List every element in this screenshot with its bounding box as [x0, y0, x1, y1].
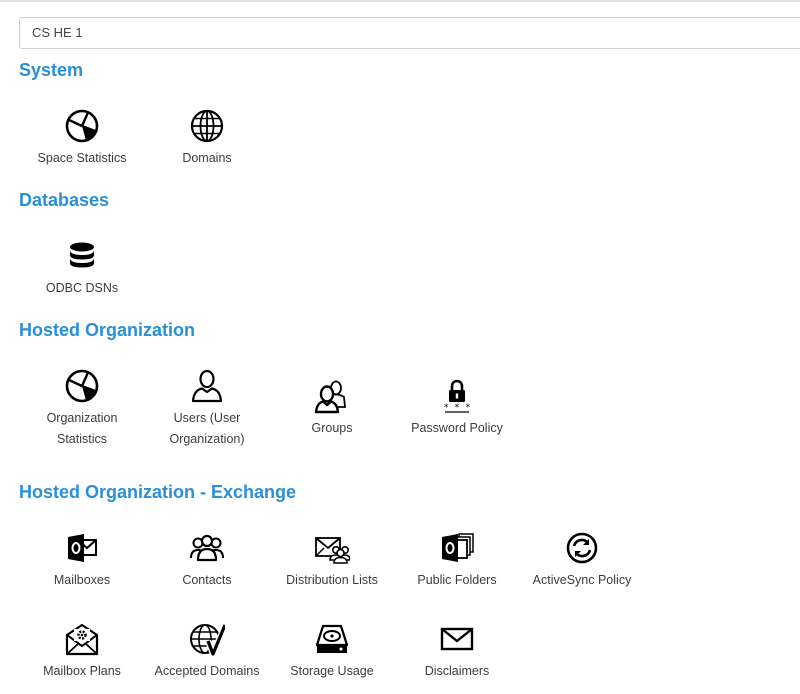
group-icon	[314, 378, 350, 414]
tile-odbc-dsns[interactable]: ODBC DSNs	[20, 238, 144, 299]
pie-chart-icon	[64, 368, 100, 404]
tile-label: Accepted Domains	[154, 664, 260, 678]
public-folders-icon	[439, 530, 475, 566]
tile-label: Space Statistics	[37, 151, 127, 165]
tile-accepted-domains[interactable]: Accepted Domains	[145, 621, 269, 682]
tile-contacts[interactable]: Contacts	[145, 530, 269, 591]
tile-users[interactable]: Users (User Organization)	[145, 368, 269, 450]
section-title-hosted-organization: Hosted Organization	[19, 320, 196, 340]
tile-disclaimers[interactable]: Disclaimers	[395, 621, 519, 682]
tile-label: Distribution Lists	[286, 573, 378, 587]
tile-label: Domains	[182, 151, 232, 165]
tile-groups[interactable]: Groups	[270, 378, 394, 439]
outlook-icon	[64, 530, 100, 566]
tile-mailbox-plans[interactable]: Mailbox Plans	[20, 621, 144, 682]
tile-activesync-policy[interactable]: ActiveSync Policy	[520, 530, 644, 591]
database-icon	[64, 238, 100, 274]
tile-label: Groups	[311, 421, 353, 435]
section-title-exchange: Hosted Organization - Exchange	[19, 482, 297, 502]
tile-mailboxes[interactable]: Mailboxes	[20, 530, 144, 591]
globe-icon	[189, 108, 225, 144]
organization-selector[interactable]: CS HE 1	[19, 17, 800, 49]
tile-label: Contacts	[182, 573, 232, 587]
pie-chart-icon	[64, 108, 100, 144]
tile-distribution-lists[interactable]: Distribution Lists	[270, 530, 394, 591]
tile-label: ODBC DSNs	[45, 281, 119, 295]
lock-icon: * * *	[439, 378, 475, 414]
top-divider	[0, 0, 800, 2]
sync-icon	[564, 530, 600, 566]
tile-label: Mailbox Plans	[43, 664, 121, 678]
tile-label: Public Folders	[417, 573, 497, 587]
tile-domains[interactable]: Domains	[145, 108, 269, 169]
envelope-icon	[439, 621, 475, 657]
distribution-list-icon	[314, 530, 350, 566]
tile-label: Mailboxes	[53, 573, 111, 587]
tile-space-statistics[interactable]: Space Statistics	[20, 108, 144, 169]
user-icon	[189, 368, 225, 404]
accepted-domain-icon	[189, 621, 225, 657]
section-title-databases: Databases	[19, 190, 110, 210]
tile-label: Users (User Organization)	[169, 411, 245, 446]
tile-label: Organization Statistics	[46, 411, 118, 446]
contacts-icon	[189, 530, 225, 566]
tile-storage-usage[interactable]: Storage Usage	[270, 621, 394, 682]
tile-organization-statistics[interactable]: Organization Statistics	[20, 368, 144, 450]
storage-icon	[314, 621, 350, 657]
tile-public-folders[interactable]: Public Folders	[395, 530, 519, 591]
mailbox-plan-icon	[64, 621, 100, 657]
tile-label: Password Policy	[411, 421, 503, 435]
section-title-system: System	[19, 60, 84, 80]
tile-label: ActiveSync Policy	[532, 573, 632, 587]
tile-password-policy[interactable]: * * * Password Policy	[395, 378, 519, 439]
tile-label: Storage Usage	[290, 664, 374, 678]
tile-label: Disclaimers	[424, 664, 490, 678]
